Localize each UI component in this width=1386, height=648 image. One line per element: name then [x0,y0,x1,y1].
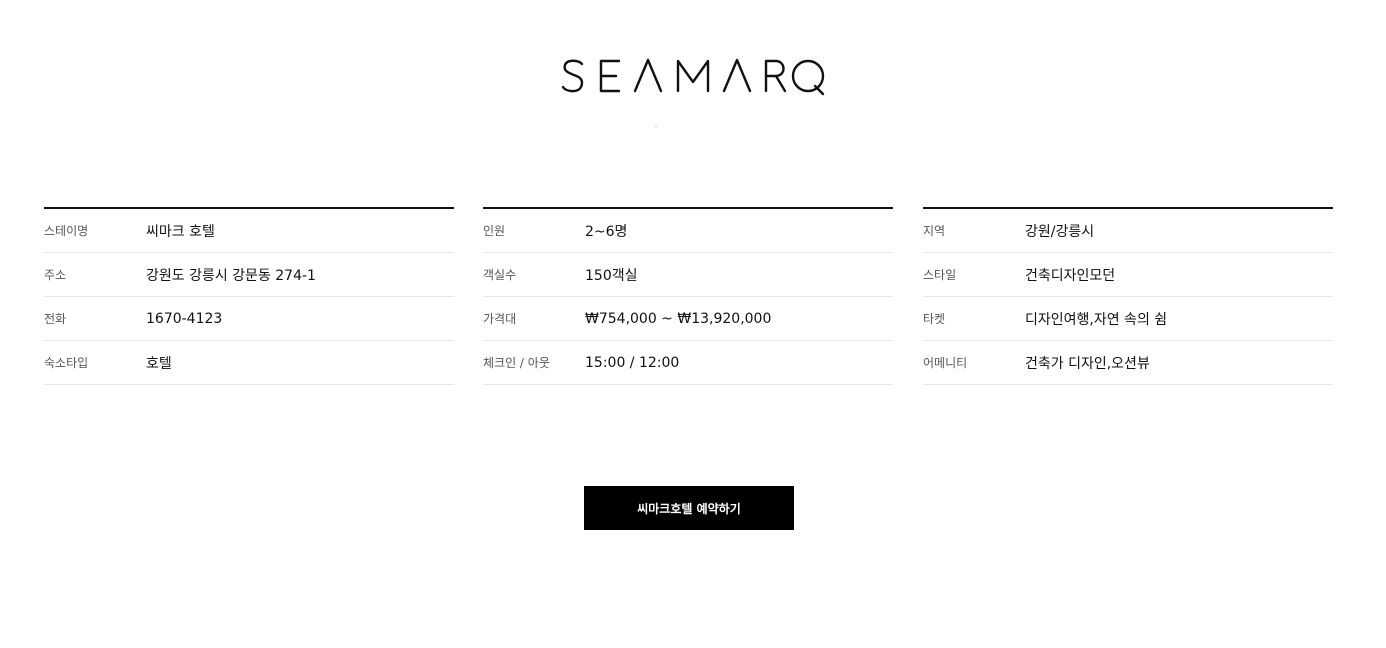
info-label: 주소 [44,268,67,282]
info-label: 지역 [923,224,946,238]
info-column-stay: 스테이명 씨마크 호텔 주소 강원도 강릉시 강문동 274-1 전화 1670… [44,207,454,385]
info-value: 150객실 [585,267,638,284]
info-value: 강원도 강릉시 강문동 274-1 [146,267,316,284]
info-column-features: 지역 강원/강릉시 스타일 건축디자인모던 타켓 디자인여행,자연 속의 쉼 어… [923,207,1333,385]
info-column-rooms: 인원 2~6명 객실수 150객실 가격대 ₩754,000 ~ ₩13,920… [483,207,893,385]
info-value: ₩754,000 ~ ₩13,920,000 [585,310,772,327]
info-label: 스테이명 [44,224,89,238]
info-value: 건축가 디자인,오션뷰 [1025,355,1150,372]
info-label: 체크인 / 아웃 [483,356,550,370]
info-value: 1670-4123 [146,310,223,327]
info-row-target: 타켓 디자인여행,자연 속의 쉼 [923,297,1333,341]
info-row-check-in-out: 체크인 / 아웃 15:00 / 12:00 [483,341,893,385]
seamarq-logo[interactable] [0,56,1386,100]
logo-indicator-dot [655,126,657,127]
seamarq-logo-mark [561,58,825,96]
info-row-region: 지역 강원/강릉시 [923,209,1333,253]
info-value: 강원/강릉시 [1025,223,1095,240]
info-value: 디자인여행,자연 속의 쉼 [1025,311,1168,328]
info-row-phone: 전화 1670-4123 [44,297,454,341]
info-label: 스타일 [923,268,957,282]
page: 스테이명 씨마크 호텔 주소 강원도 강릉시 강문동 274-1 전화 1670… [0,0,1386,648]
info-row-address: 주소 강원도 강릉시 강문동 274-1 [44,253,454,297]
info-value: 15:00 / 12:00 [585,354,680,371]
info-row-room-count: 객실수 150객실 [483,253,893,297]
info-label: 인원 [483,224,506,238]
info-value: 건축디자인모던 [1025,267,1116,284]
info-label: 객실수 [483,268,517,282]
info-label: 어메니티 [923,356,968,370]
info-label: 숙소타입 [44,356,89,370]
info-row-amenities: 어메니티 건축가 디자인,오션뷰 [923,341,1333,385]
book-hotel-button[interactable]: 씨마크호텔 예약하기 [584,486,794,530]
info-row-stay-name: 스테이명 씨마크 호텔 [44,209,454,253]
info-label: 가격대 [483,312,517,326]
info-row-style: 스타일 건축디자인모던 [923,253,1333,297]
info-label: 전화 [44,312,67,326]
info-row-price-range: 가격대 ₩754,000 ~ ₩13,920,000 [483,297,893,341]
info-row-guests: 인원 2~6명 [483,209,893,253]
info-value: 호텔 [146,355,172,372]
info-label: 타켓 [923,312,946,326]
info-value: 2~6명 [585,223,628,240]
info-row-stay-type: 숙소타입 호텔 [44,341,454,385]
info-value: 씨마크 호텔 [146,223,215,240]
